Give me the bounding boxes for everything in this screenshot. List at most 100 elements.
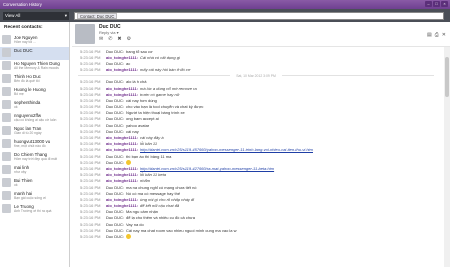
avatar xyxy=(2,139,11,148)
close-icon[interactable]: × xyxy=(441,1,448,7)
message-time: 5:23:16 PM xyxy=(80,234,101,240)
contact-item[interactable]: Ho Nguyen Thien Dung All the Memory & Rai… xyxy=(0,60,69,73)
message-text: ong bam accept ai xyxy=(126,116,159,122)
message-text: Cái nhà có cất dụng gì xyxy=(140,54,181,60)
window-title: Conversation History xyxy=(3,2,42,7)
contact-item[interactable]: Do Chiem Thang Hôm nay trời đẹp quá đi mấ… xyxy=(0,151,69,164)
message-time: 5:23:16 PM xyxy=(80,190,101,196)
contact-status: fine, một chút nào đó xyxy=(14,144,46,148)
message-text: Vay na do xyxy=(126,221,144,227)
message-time: 5:23:16 PM xyxy=(80,196,101,202)
message-sender: Duc DUC: xyxy=(106,215,125,221)
message-time: 5:23:16 PM xyxy=(80,178,101,184)
message-time: 5:23:16 PM xyxy=(80,79,101,85)
message-sender: Duc DUC: xyxy=(106,221,125,227)
contact-status: Bạn gái cuộc sống ơi xyxy=(14,196,46,200)
message-row: 5:23:16 PM Duc DUC: xyxy=(72,233,440,240)
avatar xyxy=(75,24,95,44)
avatar xyxy=(2,61,11,70)
message-text: cái nay xyxy=(126,128,139,134)
contact-status: Anh Trường ơi thì ra quá xyxy=(14,209,52,213)
contact-status: Gian di tù 20 ngày xyxy=(14,131,42,135)
block-icon[interactable]: ✖ xyxy=(117,36,121,42)
contact-item[interactable]: Le Truong Anh Trường ơi thì ra quá xyxy=(0,203,69,216)
message-time: 5:23:16 PM xyxy=(80,215,101,221)
message-sender: aio_toinghe1111: xyxy=(106,91,139,97)
call-icon[interactable]: ✆ xyxy=(108,36,112,42)
search-input[interactable]: Contact: Duc DUC xyxy=(74,11,444,20)
recent-contacts-sidebar: Recent contacts: Joe Nguyen Hôm nay tôi .… xyxy=(0,22,70,267)
delete-icon[interactable]: ✕ xyxy=(442,32,446,38)
message-time: 5:23:16 PM xyxy=(80,147,101,153)
message-text: thì bạn ào thì bảng 11 ma xyxy=(126,153,172,159)
contact-item[interactable]: sephenthinda ok xyxy=(0,99,69,112)
message-time: 5:23:16 PM xyxy=(80,48,101,54)
message-time: 5:23:16 PM xyxy=(80,141,101,147)
message-text: ma na chung nghỉ có mạng chưa tiết nó xyxy=(126,184,197,190)
maximize-icon[interactable]: □ xyxy=(433,1,440,7)
contact-status: như vậy xyxy=(14,170,27,174)
view-all-label: View All xyxy=(5,13,21,18)
header-right-actions: ▤ ⎙ ✕ xyxy=(427,32,446,38)
chat-icon[interactable]: ✉ xyxy=(99,36,103,42)
message-text: mấy cái này hồi bán ở đó cơ xyxy=(140,67,191,73)
contact-name: Duc DUC xyxy=(14,48,33,53)
print-icon[interactable]: ⎙ xyxy=(435,32,439,38)
message-time: 5:23:16 PM xyxy=(80,165,101,171)
message-sender: Duc DUC: xyxy=(106,122,125,128)
message-time: 5:23:16 PM xyxy=(80,54,101,60)
message-link[interactable]: http://dantri.com.vn/c25/s119-457660/yah… xyxy=(140,147,313,152)
contact-item[interactable]: manh hai Bạn gái cuộc sống ơi xyxy=(0,190,69,203)
save-icon[interactable]: ▤ xyxy=(427,32,432,38)
conversation-panel: Duc DUC Reply via ▾ ✉ ✆ ✖ ⚙ ▤ ⎙ ✕ 5:23:1… xyxy=(72,22,450,267)
message-sender: Duc DUC: xyxy=(106,60,125,66)
contact-item[interactable]: Ngoc lan Tran Gian di tù 20 ngày xyxy=(0,125,69,138)
contact-list: Joe Nguyen Hôm nay tôi ... Duc DUC Ho Nguye… xyxy=(0,34,69,216)
message-sender: aio_toinghe1111: xyxy=(106,172,139,178)
settings-icon[interactable]: ⚙ xyxy=(127,36,131,42)
message-sender: Duc DUC: xyxy=(106,184,125,190)
message-sender: Duc DUC: xyxy=(106,97,125,103)
message-sender: aio_toinghe1111: xyxy=(106,141,139,147)
window-controls: – □ × xyxy=(425,1,448,7)
message-text: Người ta hiện thoại bàng trình xe xyxy=(126,110,185,116)
contact-item[interactable]: Joe Nguyen Hôm nay tôi ... xyxy=(0,34,69,47)
contact-status: ok xyxy=(14,183,18,187)
message-sender: aio_toinghe1111: xyxy=(106,135,139,141)
view-all-dropdown[interactable]: View All ▾ xyxy=(3,11,69,20)
message-sender: Duc DUC: xyxy=(106,110,125,116)
message-sender: aio_toinghe1111: xyxy=(106,85,139,91)
message-sender: aio_toinghe1111: xyxy=(106,165,139,171)
message-time: 5:23:16 PM xyxy=(80,116,101,122)
conversation-actions: ✉ ✆ ✖ ⚙ xyxy=(99,36,131,42)
avatar xyxy=(2,35,11,44)
message-time: 5:23:16 PM xyxy=(80,122,101,128)
avatar xyxy=(2,178,11,187)
message-text: Cái nay ma chat room vao nhieu nguoi min… xyxy=(126,227,237,233)
search-contact-chip[interactable]: Contact: Duc DUC xyxy=(77,12,118,19)
message-link[interactable]: http://dantri.com.vn/c25/s119-427660/ra-… xyxy=(140,166,274,171)
message-sender: Duc DUC: xyxy=(106,104,125,110)
message-sender: Duc DUC: xyxy=(106,227,125,233)
contact-item[interactable]: mai linh như vậy xyxy=(0,164,69,177)
minimize-icon[interactable]: – xyxy=(425,1,432,7)
avatar xyxy=(2,165,11,174)
avatar xyxy=(2,74,11,83)
contact-item[interactable]: Bui Thien ok xyxy=(0,177,69,190)
contact-item[interactable]: nnguyenx2ffw cậu có không ai cậu cờ luôn xyxy=(0,112,69,125)
contact-item[interactable]: Huong le Huong Bố mẹ xyxy=(0,86,69,99)
contact-item[interactable]: Thinh Ho Duc Bến đò là quê tôi xyxy=(0,73,69,86)
avatar xyxy=(2,152,11,161)
message-text: Nó có ma có message hay thế xyxy=(126,190,181,196)
message-time: 5:23:16 PM xyxy=(80,159,101,165)
contact-item[interactable]: Duc DUC xyxy=(0,47,69,60)
contact-item[interactable]: huongvut13000 vu fine, một chút nào đó xyxy=(0,138,69,151)
scrollbar-thumb[interactable] xyxy=(445,57,449,97)
scrollbar[interactable] xyxy=(444,47,450,267)
message-sender: Duc DUC: xyxy=(106,128,125,134)
message-time: 5:23:16 PM xyxy=(80,85,101,91)
message-sender: Duc DUC: xyxy=(106,209,125,215)
message-sender: aio_toinghe1111: xyxy=(106,178,139,184)
message-text: nhẩm xyxy=(140,178,151,184)
message-sender: Duc DUC: xyxy=(106,159,125,165)
